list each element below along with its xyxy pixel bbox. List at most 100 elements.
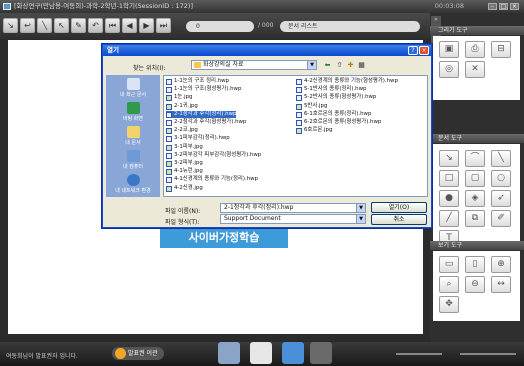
zoom-in-icon[interactable]: ⊕ — [491, 256, 511, 273]
curve-tool-icon[interactable]: ↩ — [20, 18, 35, 33]
highlighter-icon[interactable]: ╱ — [439, 210, 459, 227]
document-list-select[interactable]: 문서 리스트 — [280, 21, 420, 32]
file-item[interactable]: 5반사.jpg — [296, 103, 327, 110]
place-desktop[interactable]: 바탕 화면 — [106, 101, 160, 125]
copy-icon[interactable]: ⧉ — [465, 210, 485, 227]
file-list[interactable]: 1-1눈의 구조 정리.hwp 1-1눈의 구조(형성평가).hwp 1눈.jpg 2… — [163, 75, 428, 197]
file-item[interactable]: 3-1피부감각(정리).hwp — [166, 135, 230, 143]
draw-tools-header[interactable]: 그리기 도구 — [430, 26, 524, 35]
zoom-out-icon[interactable]: ⊖ — [465, 276, 485, 293]
filetype-select[interactable]: Support Document ▼ — [220, 214, 366, 224]
up-folder-icon[interactable]: ⇧ — [335, 61, 344, 70]
pointer-icon[interactable]: ➶ — [491, 190, 511, 207]
file-item[interactable]: 3-2피부.jpg — [166, 160, 203, 167]
screen-share-icon[interactable] — [218, 342, 240, 364]
image-file-icon — [166, 103, 172, 110]
last-page-icon[interactable]: ⏭ — [156, 18, 171, 33]
chevron-down-icon: ▼ — [307, 61, 316, 69]
image-file-icon — [166, 185, 172, 192]
dialog-close-button[interactable]: × — [419, 46, 429, 55]
file-item[interactable]: 1눈.jpg — [166, 94, 192, 102]
file-item[interactable]: 4-1신경계의 종류와 기능(정리).hwp — [166, 176, 258, 184]
file-item[interactable]: 5-1반사의 종류(정리).hwp — [296, 86, 366, 94]
file-item[interactable]: 6-1호르몬의 종류(정리).hwp — [296, 111, 371, 118]
settings-icon[interactable] — [310, 342, 332, 364]
file-item[interactable]: 2-2코.jpg — [166, 127, 198, 135]
file-item[interactable]: 6호르몬.jpg — [296, 127, 332, 135]
file-item[interactable]: 1-1눈의 구조(형성평가).hwp — [166, 86, 241, 94]
zoom-icon[interactable]: ⌕ — [439, 276, 459, 293]
save-icon[interactable]: ⊟ — [491, 41, 511, 58]
cancel-button[interactable]: 취소 — [371, 214, 427, 225]
file-item[interactable]: 2-1청각과 후각(정리).hwp — [166, 110, 237, 118]
place-recent[interactable]: 내 최근 문서 — [106, 77, 160, 101]
back-icon[interactable]: ⬅ — [323, 61, 332, 70]
doc-tools-header[interactable]: 문서 도구 — [430, 134, 524, 143]
ellipse-icon[interactable]: ○ — [491, 170, 511, 187]
chevron-down-icon: ▼ — [356, 215, 365, 223]
rectangle-icon[interactable]: □ — [439, 170, 459, 187]
first-page-icon[interactable]: ⏮ — [105, 18, 120, 33]
hwp-file-icon — [296, 87, 302, 94]
new-folder-icon[interactable]: ✚ — [346, 61, 355, 70]
file-item[interactable]: 4-1뉴런.jpg — [166, 168, 203, 176]
hwp-file-icon — [296, 120, 302, 126]
pan-icon[interactable]: ✥ — [439, 296, 459, 313]
place-my-documents[interactable]: 내 문서 — [106, 125, 160, 149]
minimize-button[interactable]: – — [488, 3, 497, 10]
marker-icon[interactable]: ✐ — [491, 210, 511, 227]
file-item[interactable]: 3-1피부.jpg — [166, 144, 203, 151]
my-documents-icon — [126, 126, 140, 138]
image-file-icon — [166, 169, 172, 176]
doc-tools-group: ↘ ⌒ ╲ □ ▢ ○ ● ◈ ➶ ╱ ⧉ ✐ T — [433, 144, 520, 249]
file-item[interactable]: 2-1귀.jpg — [166, 103, 198, 110]
file-item[interactable]: 4-2신경계의 종류와 기능(형성평가).hwp — [296, 78, 398, 85]
line-tool-icon[interactable]: ╲ — [37, 18, 52, 33]
volume-slider[interactable] — [396, 353, 442, 355]
draw-tools-group: ▣ ⎙ ⊟ ◎ ✕ — [433, 36, 520, 100]
fit-page-icon[interactable]: ▭ — [439, 256, 459, 273]
page-view-icon[interactable]: ▯ — [465, 256, 485, 273]
place-my-computer[interactable]: 내 컴퓨터 — [106, 149, 160, 173]
print-icon[interactable]: ⎙ — [465, 41, 485, 58]
document-icon[interactable] — [250, 342, 272, 364]
file-item[interactable]: 6-2호르몬의 종류(형성평가).hwp — [296, 119, 381, 126]
eraser-icon[interactable]: ◈ — [465, 190, 485, 207]
place-network[interactable]: 내 네트워크 환경 — [106, 173, 160, 197]
image-file-icon — [166, 144, 172, 151]
file-item[interactable]: 4-2신경.jpg — [166, 185, 203, 192]
line-icon[interactable]: ╲ — [491, 150, 511, 167]
file-item[interactable]: 1-1눈의 구조 정리.hwp — [166, 78, 229, 85]
file-item[interactable]: 2-2청각과 후각(형성평가).hwp — [166, 119, 246, 126]
chevron-down-icon: ▼ — [356, 204, 365, 212]
clear-icon[interactable]: ✕ — [465, 61, 485, 78]
stamp-icon[interactable]: ▣ — [439, 41, 459, 58]
undo-icon[interactable]: ↶ — [88, 18, 103, 33]
look-in-select[interactable]: 화상강의실 자료 ▼ — [191, 60, 317, 70]
camera-icon[interactable] — [282, 342, 304, 364]
curve-icon[interactable]: ⌒ — [465, 150, 485, 167]
view-menu-icon[interactable]: ▦ — [357, 61, 366, 70]
hand-icon — [115, 348, 126, 359]
width-fit-icon[interactable]: ↔ — [491, 276, 511, 293]
page-number-input[interactable]: 0 — [186, 21, 254, 32]
pointer-tool-icon[interactable]: ↖ — [54, 18, 69, 33]
file-item[interactable]: 5-2반사의 종류(형성평가).hwp — [296, 94, 376, 102]
filled-ellipse-icon[interactable]: ● — [439, 190, 459, 207]
transfer-presenter-button[interactable]: 발표권 이관 — [112, 347, 164, 360]
view-tools-header[interactable]: 보기 도구 — [430, 241, 524, 250]
pen-icon[interactable]: ↘ — [439, 150, 459, 167]
filename-input[interactable]: 2-1청각과 후각(정리).hwp ▼ — [220, 203, 366, 213]
prev-page-icon[interactable]: ◀ — [122, 18, 137, 33]
capture-icon[interactable]: ◎ — [439, 61, 459, 78]
rounded-rect-icon[interactable]: ▢ — [465, 170, 485, 187]
next-page-icon[interactable]: ▶ — [139, 18, 154, 33]
close-button[interactable]: × — [510, 3, 519, 10]
maximize-button[interactable]: □ — [499, 3, 508, 10]
help-button[interactable]: ? — [408, 46, 418, 55]
file-item[interactable]: 3-2피부감각 피부감각(형성평가).hwp — [166, 152, 261, 159]
laser-tool-icon[interactable]: ✎ — [71, 18, 86, 33]
pen-tool-icon[interactable]: ↘ — [3, 18, 18, 33]
open-button[interactable]: 열기(O) — [371, 202, 427, 213]
mic-slider[interactable] — [460, 353, 516, 355]
